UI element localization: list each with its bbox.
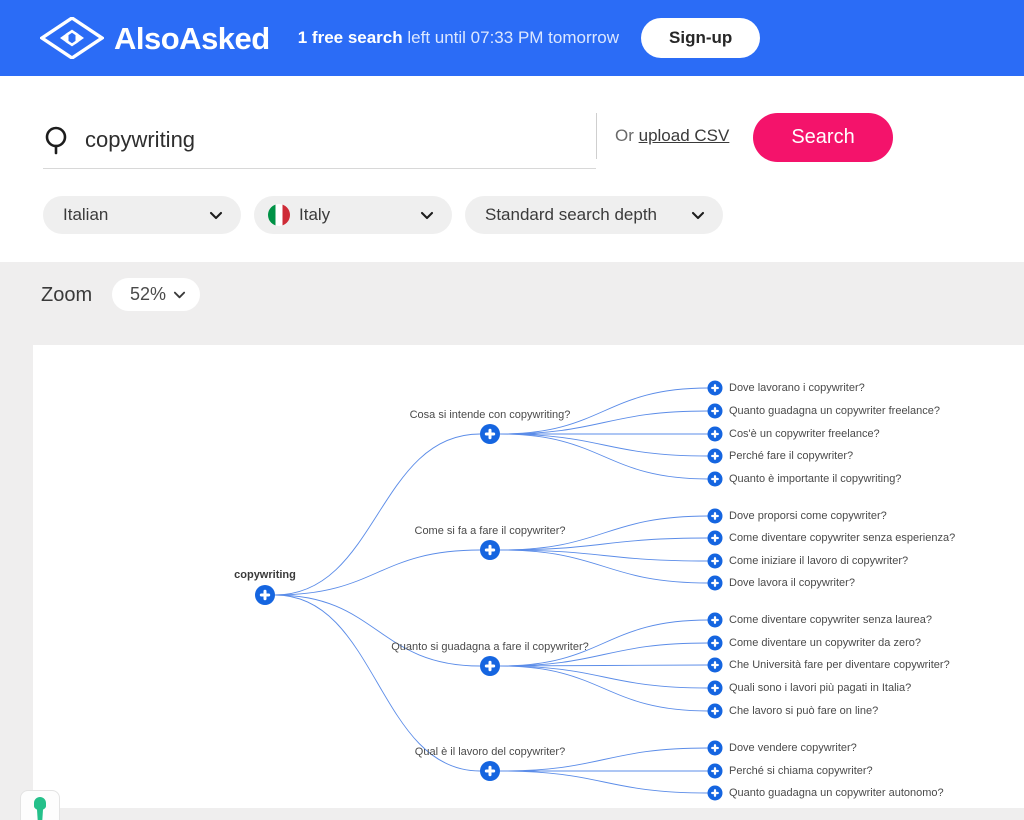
tree-leaf-label-0-4: Quanto è importante il copywriting? — [729, 473, 902, 485]
country-select-label: Italy — [299, 205, 331, 224]
tree-branch-label-2: Quanto si guadagna a fare il copywriter? — [391, 641, 589, 653]
tree-leaf-node-1-0[interactable] — [707, 508, 723, 524]
tree-leaf-label-3-2: Quanto guadagna un copywriter autonomo? — [729, 787, 944, 799]
tree-link — [499, 665, 709, 712]
tree-link — [499, 433, 709, 457]
zoom-level-select[interactable]: 52% — [112, 278, 201, 311]
or-text: Or — [615, 126, 639, 145]
tree-leaf-node-2-3[interactable] — [707, 680, 723, 696]
tree-link — [499, 549, 709, 562]
tree-link — [499, 665, 709, 689]
tree-root-label: copywriting — [234, 569, 296, 581]
tree-link — [274, 549, 481, 596]
italy-flag-icon — [268, 204, 290, 226]
tree-leaf-node-3-1[interactable] — [707, 763, 723, 779]
tree-branch-label-0: Cosa si intende con copywriting? — [409, 409, 571, 421]
upload-csv-note: Or upload CSV — [615, 126, 729, 146]
search-input[interactable] — [85, 126, 565, 153]
tree-link — [274, 594, 481, 667]
top-banner: AlsoAsked 1 free search left until 07:33… — [0, 0, 1024, 76]
search-icon — [45, 126, 67, 154]
brand-name: AlsoAsked — [114, 20, 270, 56]
free-search-expiry: left until 07:33 PM tomorrow — [402, 28, 620, 47]
tree-leaf-label-1-2: Come iniziare il lavoro di copywriter? — [729, 555, 909, 567]
tree-branch-node-1[interactable] — [480, 540, 500, 560]
chevron-down-icon — [209, 211, 223, 220]
tree-leaf-label-2-3: Quali sono i lavori più pagati in Italia… — [729, 682, 912, 694]
tree-leaf-label-0-1: Quanto guadagna un copywriter freelance? — [729, 405, 940, 417]
free-search-message: 1 free search left until 07:33 PM tomorr… — [298, 28, 619, 48]
tree-leaf-label-1-1: Come diventare copywriter senza esperien… — [729, 532, 956, 544]
search-field[interactable] — [43, 111, 596, 169]
tree-canvas-area: copywriting Cosa si intende con copywriti… — [0, 345, 1024, 820]
search-button[interactable]: Search — [753, 112, 893, 162]
tree-leaf-node-1-3[interactable] — [707, 575, 723, 591]
tree-leaf-node-2-0[interactable] — [707, 612, 723, 628]
search-section: Or upload CSV Search Italian Italy — [0, 76, 1024, 262]
tree-leaf-label-2-4: Che lavoro si può fare on line? — [729, 705, 879, 717]
tree-leaf-node-0-0[interactable] — [707, 380, 723, 396]
privacy-shield-icon — [34, 797, 46, 820]
tree-leaf-node-1-2[interactable] — [707, 553, 723, 569]
zoom-label: Zoom — [41, 284, 93, 306]
tree-root-node[interactable] — [255, 585, 275, 605]
search-row: Or upload CSV Search — [43, 108, 911, 172]
tree-leaf-node-3-2[interactable] — [707, 785, 723, 801]
tree-leaf-node-2-4[interactable] — [707, 703, 723, 719]
tree-link — [499, 433, 709, 480]
brand-logo[interactable]: AlsoAsked — [40, 17, 270, 59]
chevron-down-icon — [420, 211, 434, 220]
tree-leaf-label-2-0: Come diventare copywriter senza laurea? — [729, 614, 932, 626]
tree-link — [274, 594, 481, 772]
tree-branch-label-1: Come si fa a fare il copywriter? — [414, 525, 566, 537]
zoom-level-value: 52% — [130, 284, 167, 304]
tree-canvas[interactable]: copywriting Cosa si intende con copywriti… — [33, 345, 1024, 808]
tree-leaf-label-1-3: Dove lavora il copywriter? — [729, 577, 855, 589]
tree-leaf-label-1-0: Dove proporsi come copywriter? — [729, 510, 887, 522]
tree-leaf-label-2-1: Come diventare un copywriter da zero? — [729, 637, 921, 649]
filter-row: Italian Italy Standard search depth — [43, 196, 723, 234]
search-divider — [596, 113, 597, 159]
tree-leaf-label-2-2: Che Università fare per diventare copywr… — [729, 659, 950, 671]
tree-leaf-label-0-0: Dove lavorano i copywriter? — [729, 382, 865, 394]
search-depth-select[interactable]: Standard search depth — [465, 196, 723, 234]
tree-leaf-node-0-3[interactable] — [707, 448, 723, 464]
privacy-widget-button[interactable] — [20, 790, 60, 820]
language-select-label: Italian — [63, 205, 109, 224]
free-search-count: 1 free search — [297, 28, 403, 47]
chevron-down-icon — [691, 211, 705, 220]
tree-branch-node-2[interactable] — [480, 656, 500, 676]
app-root: AlsoAsked 1 free search left until 07:33… — [0, 0, 1024, 820]
tree-link — [499, 770, 709, 794]
language-select[interactable]: Italian — [43, 196, 241, 234]
search-depth-select-label: Standard search depth — [485, 205, 658, 224]
tree-leaf-node-0-1[interactable] — [707, 403, 723, 419]
chevron-down-icon — [173, 291, 186, 299]
upload-csv-link[interactable]: upload CSV — [639, 126, 730, 145]
tree-leaf-node-2-2[interactable] — [707, 657, 723, 673]
tree-branch-label-3: Qual è il lavoro del copywriter? — [414, 746, 566, 758]
tree-leaf-label-0-2: Cos'è un copywriter freelance? — [729, 428, 880, 440]
tree-link — [499, 537, 709, 551]
tree-leaf-node-3-0[interactable] — [707, 740, 723, 756]
tree-leaf-label-3-1: Perché si chiama copywriter? — [729, 765, 873, 777]
tree-leaf-node-0-2[interactable] — [707, 426, 723, 442]
tree-branch-node-0[interactable] — [480, 424, 500, 444]
alsoasked-diamond-logo-icon — [40, 17, 104, 59]
tree-leaf-label-3-0: Dove vendere copywriter? — [729, 742, 857, 754]
tree-branch-node-3[interactable] — [480, 761, 500, 781]
zoom-bar: Zoom 52% — [0, 262, 1024, 345]
tree-link — [274, 433, 481, 596]
tree-leaf-node-2-1[interactable] — [707, 635, 723, 651]
signup-button[interactable]: Sign-up — [641, 18, 761, 58]
tree-leaf-node-0-4[interactable] — [707, 471, 723, 487]
tree-leaf-node-1-1[interactable] — [707, 530, 723, 546]
tree-leaf-label-0-3: Perché fare il copywriter? — [729, 450, 854, 462]
country-select[interactable]: Italy — [254, 196, 452, 234]
tree-link — [499, 549, 709, 584]
